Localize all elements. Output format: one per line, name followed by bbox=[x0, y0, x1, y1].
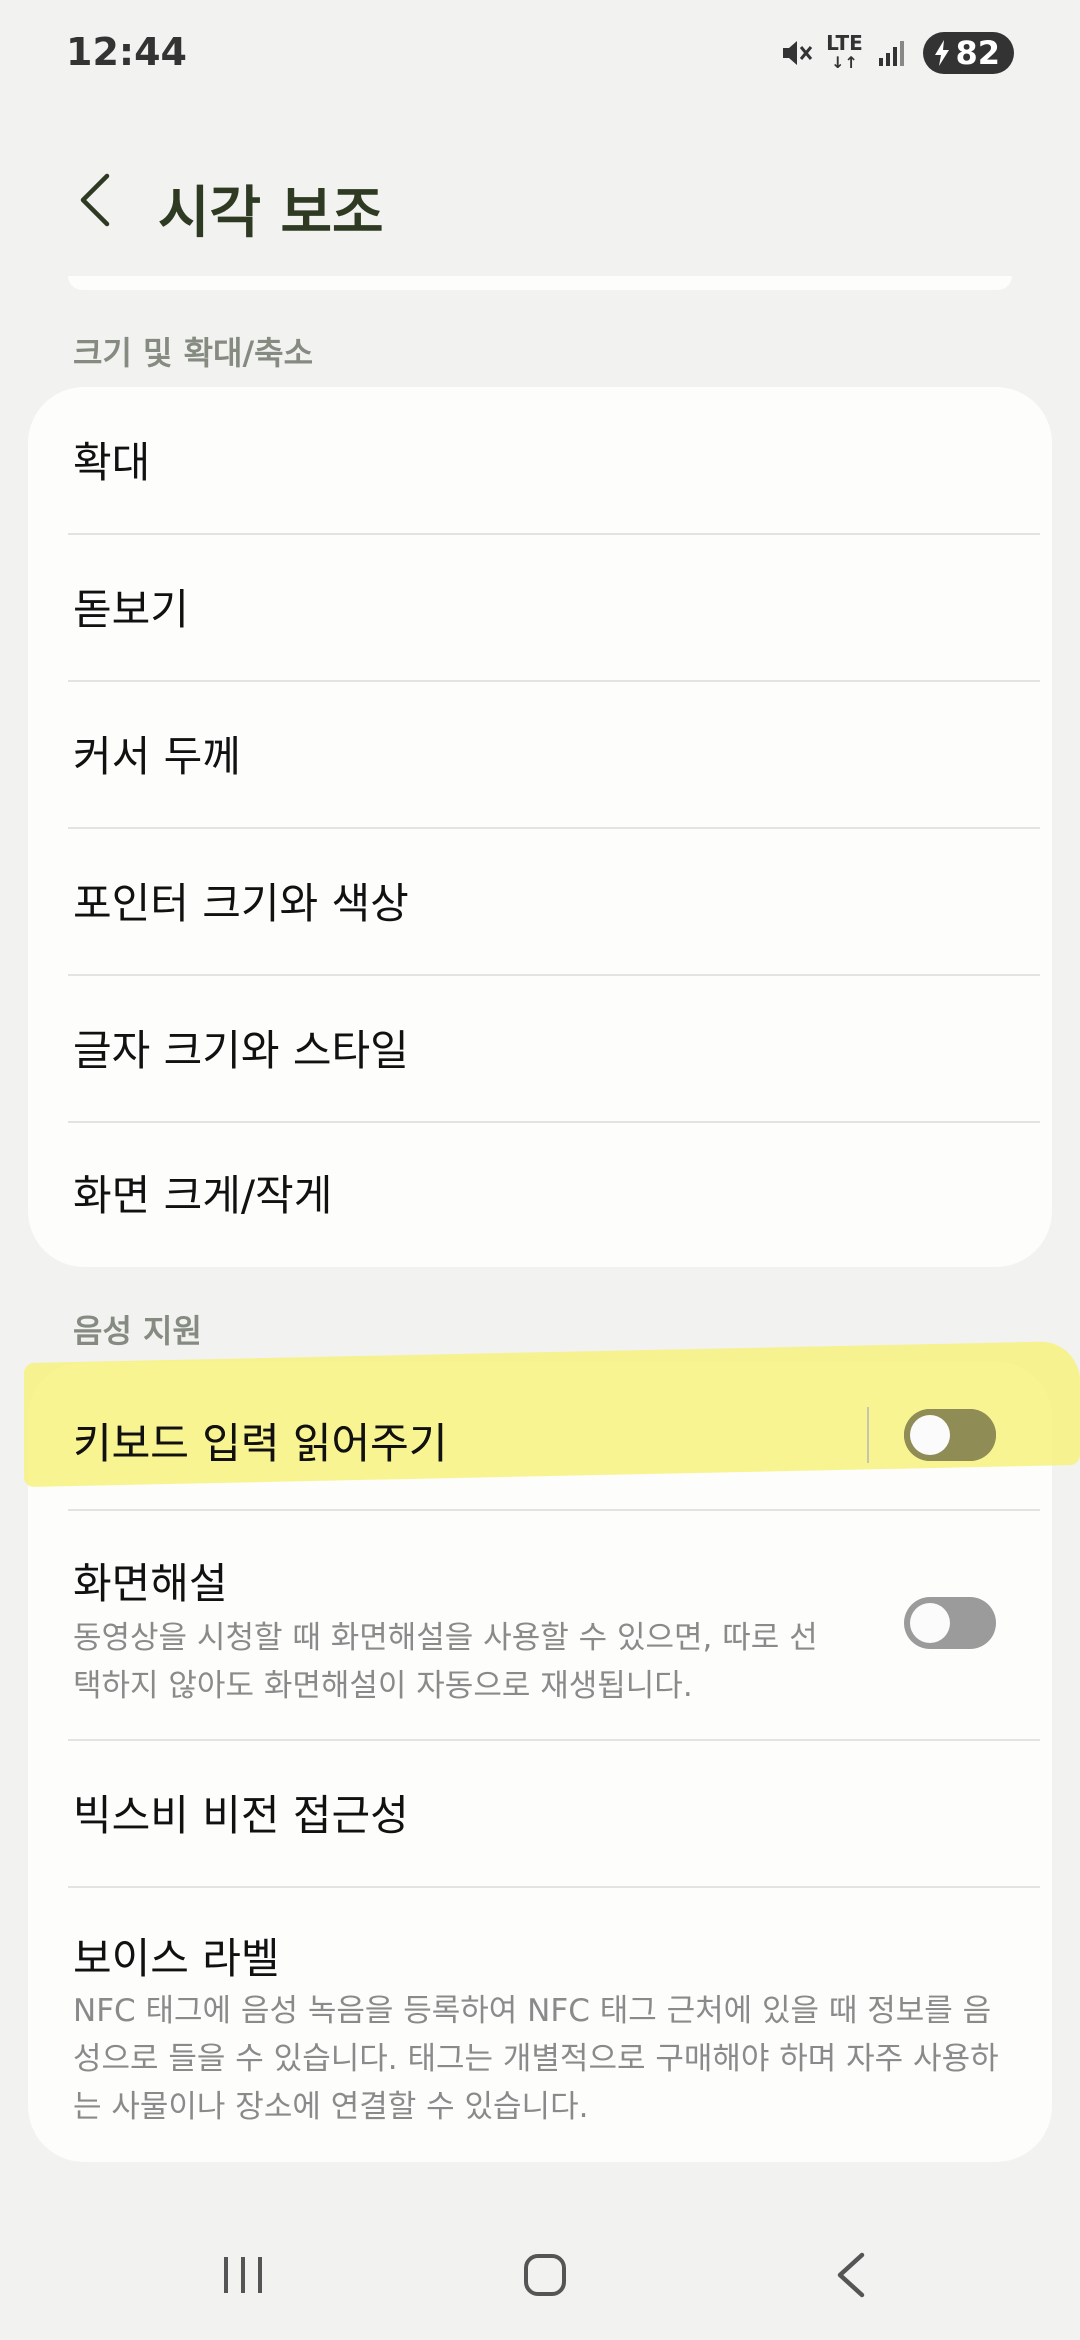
audio-description-toggle[interactable] bbox=[904, 1597, 996, 1649]
keyboard-read-aloud-toggle[interactable] bbox=[904, 1409, 996, 1461]
divider-vertical bbox=[867, 1407, 869, 1463]
home-button[interactable] bbox=[500, 2240, 590, 2310]
list-item-label: 확대 bbox=[73, 438, 151, 487]
lte-icon: LTE ↓↑ bbox=[826, 31, 863, 72]
list-item-screen-zoom[interactable]: 화면 크게/작게 bbox=[28, 1122, 1052, 1267]
list-item-cursor-thickness[interactable]: 커서 두께 bbox=[28, 681, 1052, 828]
previous-card-edge bbox=[68, 276, 1012, 290]
list-item-label: 돋보기 bbox=[73, 585, 189, 634]
list-item-label: 빅스비 비전 접근성 bbox=[73, 1791, 409, 1840]
list-item-label: 커서 두께 bbox=[73, 732, 241, 781]
list-item-bixby-vision[interactable]: 빅스비 비전 접근성 bbox=[28, 1740, 1052, 1887]
list-item-label: 글자 크기와 스타일 bbox=[73, 1026, 409, 1075]
home-icon bbox=[524, 2254, 566, 2296]
list-item-magnification[interactable]: 확대 bbox=[28, 387, 1052, 534]
header: 시각 보조 bbox=[0, 150, 1080, 250]
list-item-magnifier[interactable]: 돋보기 bbox=[28, 534, 1052, 681]
status-time: 12:44 bbox=[66, 30, 187, 74]
list-item-font-size-style[interactable]: 글자 크기와 스타일 bbox=[28, 975, 1052, 1122]
back-button[interactable] bbox=[70, 170, 120, 230]
toggle-knob bbox=[910, 1415, 950, 1455]
chevron-left-icon bbox=[80, 173, 110, 227]
recent-apps-icon bbox=[224, 2257, 262, 2293]
section-title-size-zoom: 크기 및 확대/축소 bbox=[73, 334, 314, 372]
section-title-voice-assistance: 음성 지원 bbox=[73, 1312, 202, 1350]
charging-bolt-icon bbox=[935, 40, 950, 66]
navigation-bar bbox=[0, 2200, 1080, 2340]
battery-indicator: 82 bbox=[923, 32, 1014, 74]
list-item-label: 화면 크게/작게 bbox=[73, 1171, 333, 1220]
list-item-label: 키보드 입력 읽어주기 bbox=[73, 1419, 448, 1468]
mute-icon bbox=[779, 36, 813, 70]
status-icons: LTE ↓↑ 82 bbox=[779, 32, 1014, 74]
toggle-knob bbox=[910, 1603, 950, 1643]
battery-level: 82 bbox=[955, 34, 1000, 72]
status-bar: 12:44 LTE ↓↑ 82 bbox=[0, 0, 1080, 110]
back-icon bbox=[837, 2252, 865, 2298]
signal-icon bbox=[875, 36, 909, 70]
list-item-label: 보이스 라벨 bbox=[73, 1934, 280, 1983]
page-title: 시각 보조 bbox=[158, 181, 384, 246]
list-item-label: 포인터 크기와 색상 bbox=[73, 879, 409, 928]
list-item-label: 화면해설 bbox=[73, 1559, 228, 1608]
list-item-description: 동영상을 시청할 때 화면해설을 사용할 수 있으면, 따로 선택하지 않아도 … bbox=[73, 1620, 818, 1704]
list-item-audio-description[interactable]: 화면해설 동영상을 시청할 때 화면해설을 사용할 수 있으면, 따로 선택하지… bbox=[28, 1510, 1052, 1740]
network-type: LTE bbox=[826, 31, 863, 55]
list-item-voice-label[interactable]: 보이스 라벨 NFC 태그에 음성 녹음을 등록하여 NFC 태그 근처에 있을… bbox=[28, 1887, 1052, 2162]
list-item-description: NFC 태그에 음성 녹음을 등록하여 NFC 태그 근처에 있을 때 정보를 … bbox=[73, 1993, 999, 2125]
list-item-pointer-size-color[interactable]: 포인터 크기와 색상 bbox=[28, 828, 1052, 975]
nav-back-button[interactable] bbox=[806, 2240, 896, 2310]
recent-apps-button[interactable] bbox=[198, 2240, 288, 2310]
card-size-zoom: 확대 돋보기 커서 두께 포인터 크기와 색상 글자 크기와 스타일 화면 크게… bbox=[28, 387, 1052, 1267]
